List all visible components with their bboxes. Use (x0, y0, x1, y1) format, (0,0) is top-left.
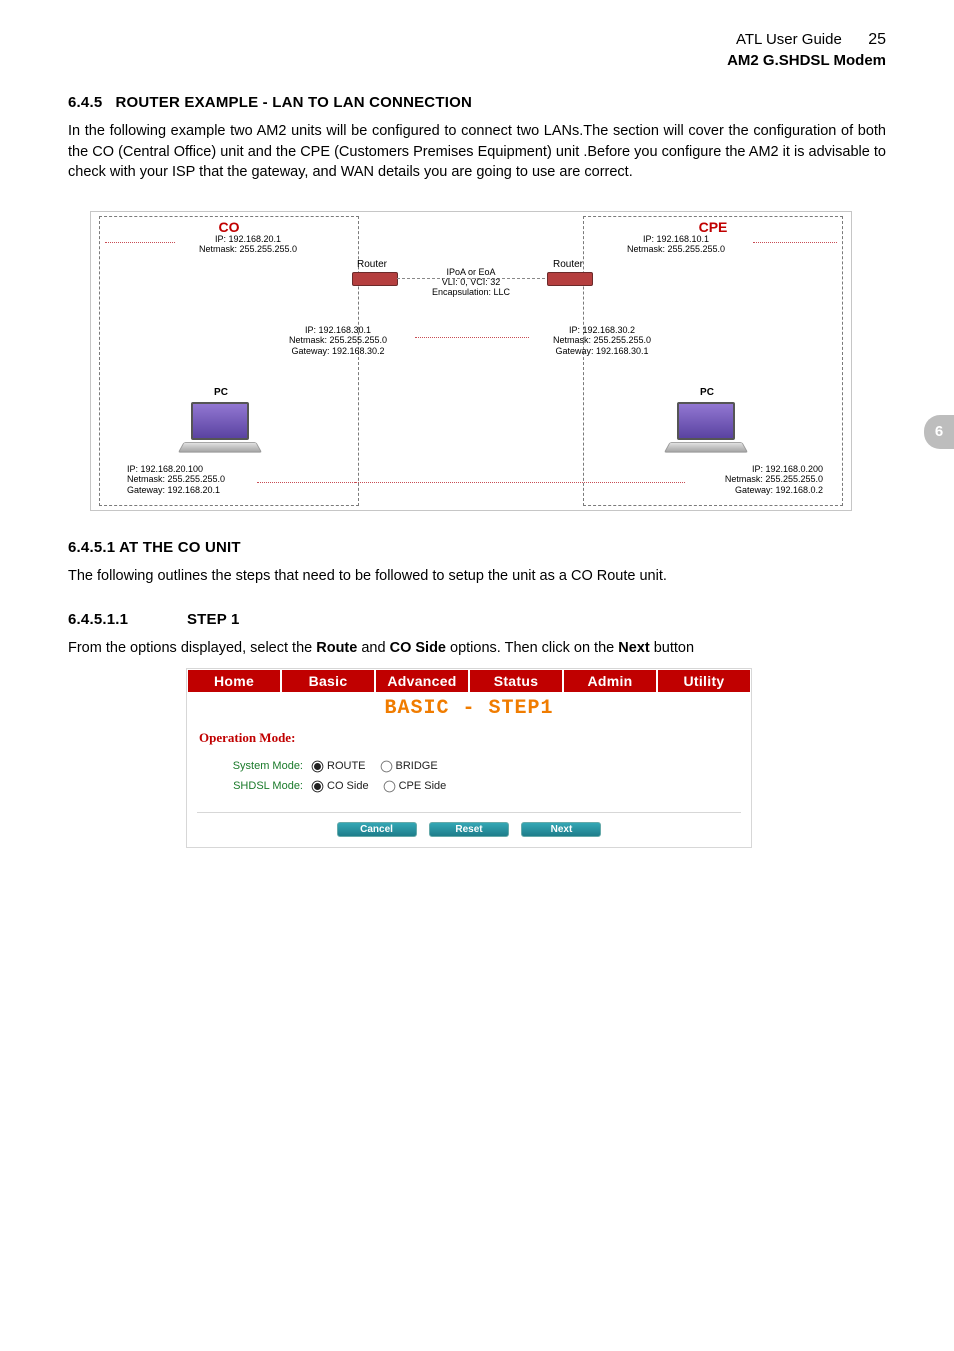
dotted-connector (257, 482, 359, 483)
cpe-pc-ip: IP: 192.168.0.200 Netmask: 255.255.255.0… (725, 464, 823, 495)
router-label-left: Router (347, 259, 397, 270)
co-lan-ip: IP: 192.168.20.1 Netmask: 255.255.255.0 (173, 234, 323, 255)
co-wan-ip: IP: 192.168.30.1 Netmask: 255.255.255.0 … (263, 325, 413, 356)
dotted-connector (753, 242, 837, 243)
text: IP: 192.168.20.1 (173, 234, 323, 244)
text: IP: 192.168.30.1 (263, 325, 413, 335)
opt-label: ROUTE (327, 760, 366, 772)
button-row: Cancel Reset Next (187, 819, 751, 847)
text: Gateway: 192.168.0.2 (725, 485, 823, 495)
system-mode-route[interactable]: ROUTE (311, 760, 366, 773)
section-6451-heading: 6.4.5.1 AT THE CO UNIT (68, 539, 886, 556)
page-number: 25 (846, 30, 886, 51)
router-icon (547, 272, 593, 286)
section-64511-para: From the options displayed, select the R… (68, 638, 886, 659)
system-mode-bridge[interactable]: BRIDGE (380, 760, 438, 773)
pc-label-left: PC (201, 387, 241, 398)
radio-route[interactable] (312, 760, 324, 772)
cpe-lan-ip: IP: 192.168.10.1 Netmask: 255.255.255.0 (601, 234, 751, 255)
section-645-para: In the following example two AM2 units w… (68, 121, 886, 183)
section-number: 6.4.5.1.1 (68, 611, 128, 628)
text: IP: 192.168.30.2 (527, 325, 677, 335)
section-6451-para: The following outlines the steps that ne… (68, 566, 886, 587)
co-zone-title: CO (100, 219, 358, 235)
text: From the options displayed, select the (68, 640, 316, 656)
tab-admin[interactable]: Admin (563, 669, 657, 693)
bold-next: Next (618, 640, 649, 656)
section-title: STEP 1 (187, 611, 240, 628)
tab-advanced[interactable]: Advanced (375, 669, 469, 693)
tab-utility[interactable]: Utility (657, 669, 751, 693)
shdsl-mode-label: SHDSL Mode: (217, 780, 311, 792)
system-mode-row: System Mode: ROUTE BRIDGE (217, 756, 751, 776)
reset-button[interactable]: Reset (429, 822, 509, 837)
cpe-wan-ip: IP: 192.168.30.2 Netmask: 255.255.255.0 … (527, 325, 677, 356)
co-zone: CO (99, 216, 359, 506)
dotted-connector (355, 482, 685, 483)
text: options. Then click on the (446, 640, 618, 656)
section-64511-heading: 6.4.5.1.1 STEP 1 (68, 611, 886, 628)
router-icon (352, 272, 398, 286)
next-button[interactable]: Next (521, 822, 601, 837)
text: IP: 192.168.20.100 (127, 464, 225, 474)
opt-label: BRIDGE (396, 760, 438, 772)
doc-title: ATL User Guide (736, 31, 842, 48)
cancel-button[interactable]: Cancel (337, 822, 417, 837)
text: IP: 192.168.0.200 (725, 464, 823, 474)
page-header: ATL User Guide 25 AM2 G.SHDSL Modem (68, 30, 886, 70)
co-pc-ip: IP: 192.168.20.100 Netmask: 255.255.255.… (127, 464, 225, 495)
shdsl-co-side[interactable]: CO Side (311, 780, 369, 793)
text: Netmask: 255.255.255.0 (127, 474, 225, 484)
cpe-zone-title: CPE (584, 219, 842, 235)
text: Netmask: 255.255.255.0 (725, 474, 823, 484)
basic-step1-screenshot: Home Basic Advanced Status Admin Utility… (186, 668, 752, 848)
text: Encapsulation: LLC (411, 288, 531, 298)
operation-mode-label: Operation Mode: (187, 724, 751, 756)
form-rows: System Mode: ROUTE BRIDGE SHDSL Mode: CO… (187, 756, 751, 808)
text: Gateway: 192.168.30.2 (263, 346, 413, 356)
bold-coside: CO Side (390, 640, 446, 656)
bold-route: Route (316, 640, 357, 656)
tab-basic[interactable]: Basic (281, 669, 375, 693)
radio-co-side[interactable] (312, 780, 324, 792)
opt-label: CO Side (327, 780, 369, 792)
divider (197, 812, 741, 813)
shdsl-mode-row: SHDSL Mode: CO Side CPE Side (217, 776, 751, 796)
section-number: 6.4.5 (68, 94, 102, 111)
text: Gateway: 192.168.30.1 (527, 346, 677, 356)
dotted-connector (415, 337, 529, 338)
pc-label-right: PC (687, 387, 727, 398)
text: IP: 192.168.10.1 (601, 234, 751, 244)
tab-home[interactable]: Home (187, 669, 281, 693)
text: Gateway: 192.168.20.1 (127, 485, 225, 495)
panel-title: BASIC - STEP1 (187, 693, 751, 724)
laptop-icon (181, 402, 259, 456)
link-label: IPoA or EoA VLI: 0, VCI: 32 Encapsulatio… (411, 268, 531, 298)
network-diagram: CO CPE IP: 192.168.20.1 Netmask: 255.255… (90, 211, 852, 511)
shdsl-cpe-side[interactable]: CPE Side (383, 780, 447, 793)
section-645-heading: 6.4.5 ROUTER EXAMPLE - LAN TO LAN CONNEC… (68, 94, 886, 111)
cpe-zone: CPE (583, 216, 843, 506)
tab-status[interactable]: Status (469, 669, 563, 693)
text: Netmask: 255.255.255.0 (601, 244, 751, 254)
laptop-icon (667, 402, 745, 456)
dotted-connector (105, 242, 175, 243)
system-mode-label: System Mode: (217, 760, 311, 772)
doc-subtitle: AM2 G.SHDSL Modem (727, 52, 886, 69)
text: Netmask: 255.255.255.0 (263, 335, 413, 345)
router-label-right: Router (543, 259, 593, 270)
text: Netmask: 255.255.255.0 (173, 244, 323, 254)
chapter-side-tab: 6 (924, 415, 954, 449)
text: and (357, 640, 389, 656)
section-title: ROUTER EXAMPLE - LAN TO LAN CONNECTION (115, 94, 472, 111)
text: Netmask: 255.255.255.0 (527, 335, 677, 345)
radio-cpe-side[interactable] (383, 780, 395, 792)
text: button (650, 640, 694, 656)
tab-bar: Home Basic Advanced Status Admin Utility (187, 669, 751, 693)
radio-bridge[interactable] (380, 760, 392, 772)
opt-label: CPE Side (399, 780, 447, 792)
